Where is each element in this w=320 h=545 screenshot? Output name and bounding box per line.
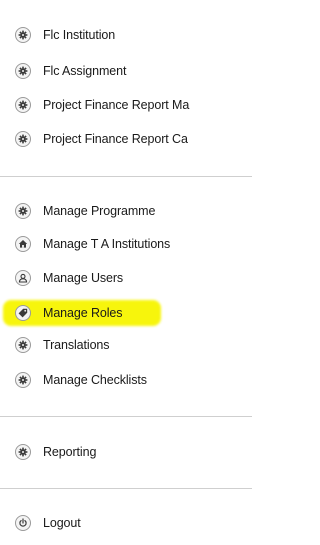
menu-item-reporting[interactable]: Reporting (0, 441, 252, 463)
gear-icon (15, 27, 31, 43)
menu-item-label: Project Finance Report Ca (43, 132, 188, 146)
menu-item-label: Manage Programme (43, 204, 156, 218)
menu-item-manage-programme[interactable]: Manage Programme (0, 200, 252, 222)
menu-item-label: Project Finance Report Ma (43, 98, 190, 112)
menu-item-flc-institution[interactable]: Flc Institution (0, 24, 252, 46)
menu-item-project-finance-report-ma[interactable]: Project Finance Report Ma (0, 94, 252, 116)
menu-item-project-finance-report-ca[interactable]: Project Finance Report Ca (0, 128, 252, 150)
gear-icon (15, 372, 31, 388)
user-icon (15, 270, 31, 286)
home-icon (15, 236, 31, 252)
gear-icon (15, 203, 31, 219)
menu-item-manage-ta-institutions[interactable]: Manage T A Institutions (0, 233, 252, 255)
gear-icon (15, 63, 31, 79)
menu-item-manage-roles[interactable]: Manage Roles (0, 302, 252, 324)
menu-item-label: Manage Checklists (43, 373, 147, 387)
sidebar-menu: Flc Institution Flc Assignment Project F… (0, 0, 252, 545)
gear-icon (15, 97, 31, 113)
menu-item-label: Flc Institution (43, 28, 116, 42)
menu-item-label: Manage Roles (43, 306, 123, 320)
menu-item-label: Translations (43, 338, 110, 352)
menu-item-label: Manage Users (43, 271, 124, 285)
menu-item-manage-users[interactable]: Manage Users (0, 267, 252, 289)
section-divider (0, 416, 252, 417)
menu-item-label: Reporting (43, 445, 97, 459)
gear-icon (15, 131, 31, 147)
gear-icon (15, 337, 31, 353)
tag-icon (15, 305, 31, 321)
gear-icon (15, 444, 31, 460)
menu-item-flc-assignment[interactable]: Flc Assignment (0, 60, 252, 82)
menu-item-translations[interactable]: Translations (0, 334, 252, 356)
menu-item-label: Logout (43, 516, 81, 530)
power-icon (15, 515, 31, 531)
menu-item-manage-checklists[interactable]: Manage Checklists (0, 369, 252, 391)
section-divider (0, 488, 252, 489)
menu-item-label: Manage T A Institutions (43, 237, 171, 251)
menu-item-label: Flc Assignment (43, 64, 127, 78)
section-divider (0, 176, 252, 177)
menu-item-logout[interactable]: Logout (0, 512, 252, 534)
